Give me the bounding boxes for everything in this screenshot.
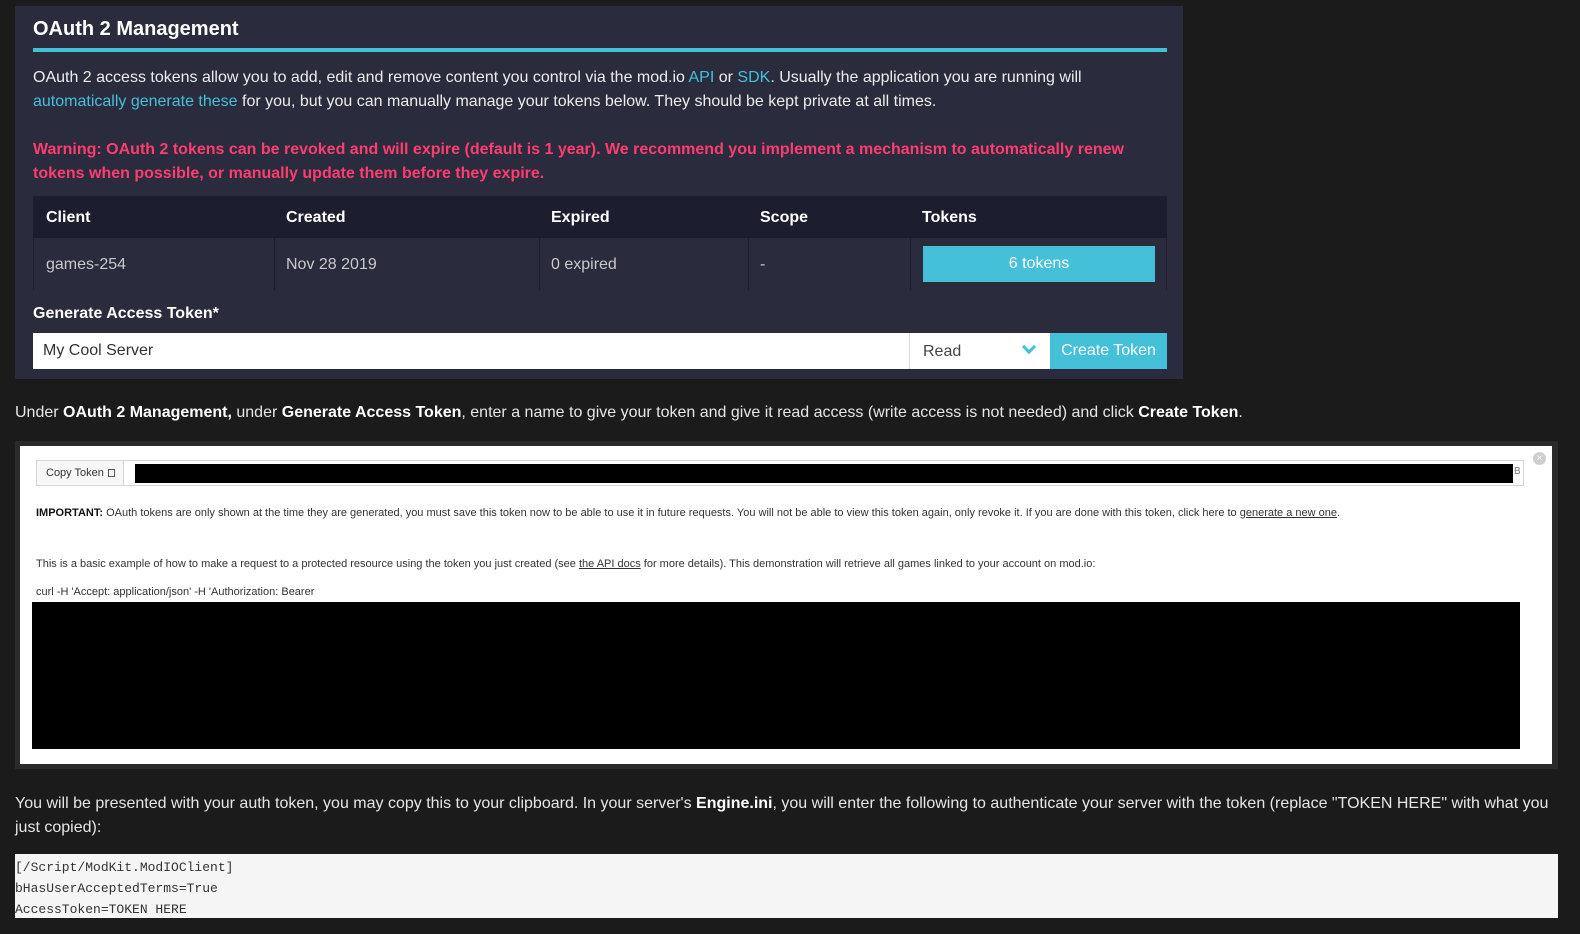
panel-title: OAuth 2 Management <box>33 18 239 40</box>
instruction-bold: OAuth 2 Management, <box>63 404 232 421</box>
example-text: This is a basic example of how to make a… <box>36 558 1095 570</box>
header-scope: Scope <box>760 209 809 226</box>
cell-expired: 0 expired <box>551 256 617 273</box>
code-line: bHasUserAcceptedTerms=True <box>15 881 218 896</box>
curl-command: curl -H 'Accept: application/json' -H 'A… <box>36 586 315 598</box>
desc-text: . Usually the application you are runnin… <box>770 69 1082 86</box>
title-divider <box>33 48 1167 52</box>
important-notice: IMPORTANT: OAuth tokens are only shown a… <box>36 507 1536 519</box>
copy-icon <box>107 469 115 477</box>
token-bar: Copy Token B <box>36 460 1524 486</box>
column-divider <box>910 238 911 290</box>
clients-table: Client Created Expired Scope Tokens game… <box>33 196 1167 290</box>
close-icon[interactable]: × <box>1533 452 1546 465</box>
header-client: Client <box>46 209 91 226</box>
generate-token-label: Generate Access Token* <box>33 305 219 322</box>
code-line: [/Script/ModKit.ModIOClient] <box>15 860 234 875</box>
redacted-token <box>135 464 1513 483</box>
instruction-engine-ini: You will be presented with your auth tok… <box>15 792 1555 840</box>
column-divider <box>274 238 275 290</box>
redacted-code-block <box>32 602 1520 749</box>
copy-token-button[interactable]: Copy Token <box>37 461 124 485</box>
important-text: . <box>1336 507 1341 519</box>
example-part: for more details). This demonstration wi… <box>640 558 1096 570</box>
instruction-bold: Create Token <box>1138 404 1239 421</box>
generate-new-link[interactable]: generate a new one <box>1240 507 1337 519</box>
desc-text: for you, but you can manually manage you… <box>237 93 937 110</box>
token-name-input[interactable] <box>33 333 909 369</box>
table-header: Client Created Expired Scope Tokens <box>34 197 1166 238</box>
column-divider <box>748 238 749 290</box>
copy-token-label: Copy Token <box>46 467 104 479</box>
cell-client: games-254 <box>46 256 127 273</box>
sdk-link[interactable]: SDK <box>737 69 770 86</box>
scope-select[interactable]: Read <box>909 333 1050 369</box>
panel-description: OAuth 2 access tokens allow you to add, … <box>33 66 1163 114</box>
instruction-text: . <box>1238 404 1243 421</box>
config-code-block: [/Script/ModKit.ModIOClient] bHasUserAcc… <box>15 854 1558 918</box>
code-line: AccessToken=TOKEN HERE <box>15 902 187 917</box>
cell-created: Nov 28 2019 <box>286 256 377 273</box>
header-tokens: Tokens <box>922 209 977 226</box>
token-screenshot: Copy Token B × IMPORTANT: OAuth tokens a… <box>15 441 1558 769</box>
instruction-text: Under <box>15 404 64 421</box>
auto-generate-link[interactable]: automatically generate these <box>33 93 238 110</box>
header-expired: Expired <box>551 209 610 226</box>
token-panel: Copy Token B × IMPORTANT: OAuth tokens a… <box>20 446 1552 764</box>
create-token-button[interactable]: Create Token <box>1050 333 1167 369</box>
instruction-text: under <box>231 404 282 421</box>
table-row: games-254 Nov 28 2019 0 expired - 6 toke… <box>34 238 1166 290</box>
important-label: IMPORTANT: <box>36 507 104 519</box>
column-divider <box>539 238 540 290</box>
oauth-panel: OAuth 2 Management OAuth 2 access tokens… <box>15 6 1183 379</box>
token-tail: B <box>1514 466 1521 477</box>
warning-text: Warning: OAuth 2 tokens can be revoked a… <box>33 141 1124 182</box>
instruction-generate: Under OAuth 2 Management, under Generate… <box>15 402 1243 424</box>
instruction-bold: Generate Access Token <box>281 404 462 421</box>
desc-text: OAuth 2 access tokens allow you to add, … <box>33 69 689 86</box>
desc-text: or <box>714 69 738 86</box>
api-link[interactable]: API <box>689 69 715 86</box>
header-created: Created <box>286 209 346 226</box>
instruction-text: You will be presented with your auth tok… <box>15 795 697 812</box>
important-text: OAuth tokens are only shown at the time … <box>103 507 1240 519</box>
tokens-button[interactable]: 6 tokens <box>923 246 1155 282</box>
cell-scope: - <box>760 256 766 273</box>
instruction-text: , enter a name to give your token and gi… <box>461 404 1139 421</box>
instruction-bold: Engine.ini <box>696 795 773 812</box>
chevron-down-icon <box>1021 339 1037 355</box>
scope-selected-value: Read <box>923 343 962 360</box>
example-part: This is a basic example of how to make a… <box>36 558 579 570</box>
api-docs-link[interactable]: the API docs <box>579 558 641 570</box>
